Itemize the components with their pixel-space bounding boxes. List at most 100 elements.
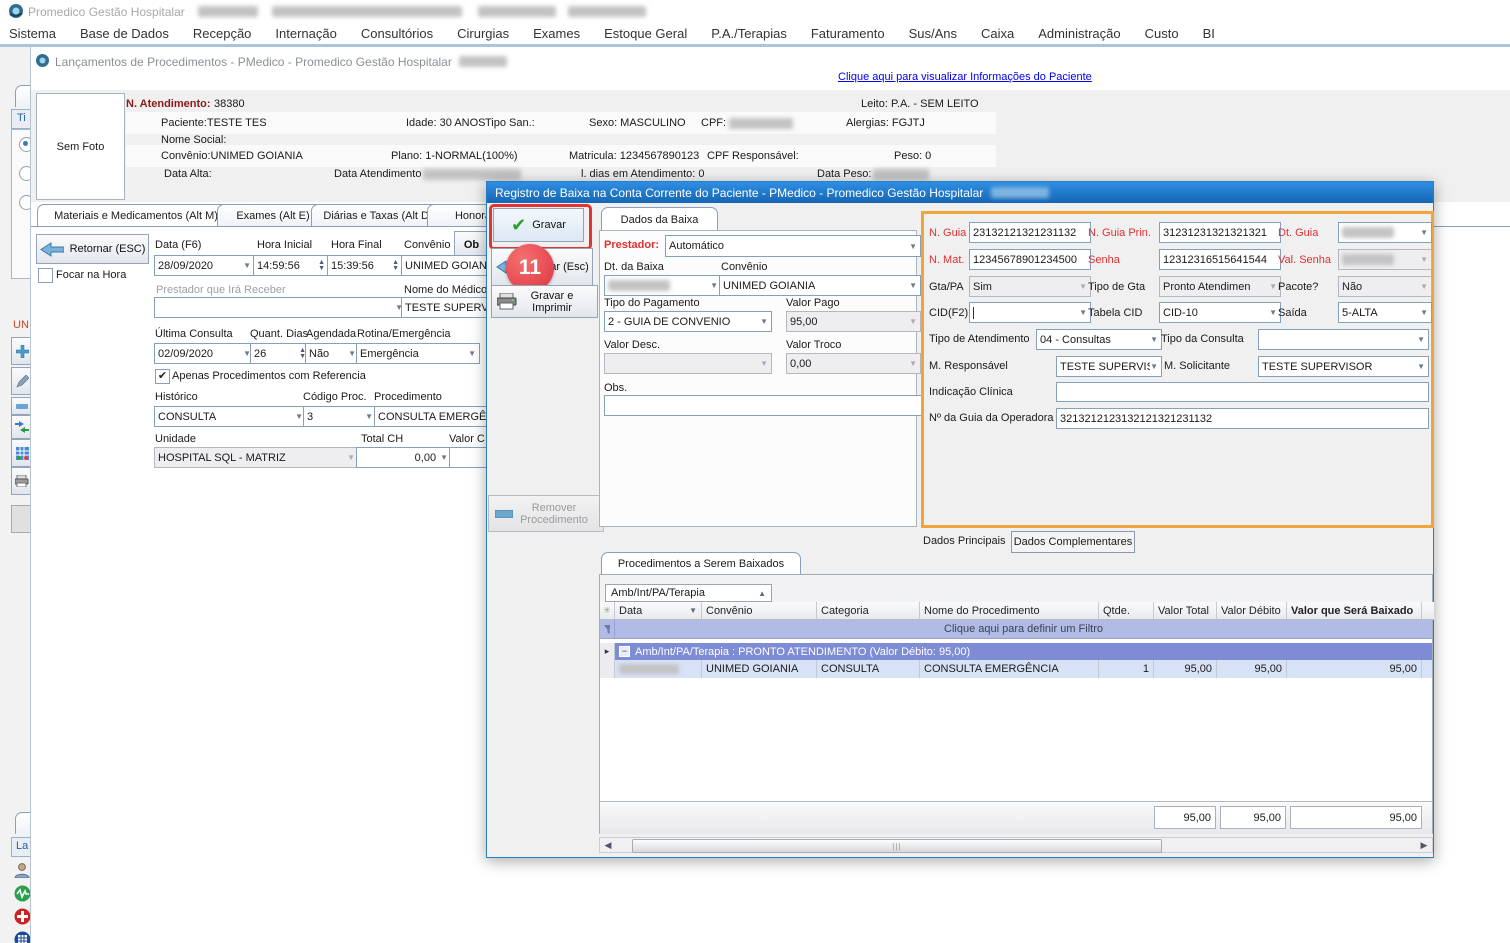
grid-header-procedimento[interactable]: Nome do Procedimento bbox=[920, 602, 1099, 620]
grid-data-row[interactable]: UNIMED GOIANIA CONSULTA CONSULTA EMERGÊN… bbox=[600, 660, 1432, 678]
dt-baixa-combo[interactable]: ▼ bbox=[604, 275, 722, 296]
senha-input[interactable]: 12312316515641544 bbox=[1159, 249, 1281, 270]
grid-header-convenio[interactable]: Convênio bbox=[702, 602, 817, 620]
quant-dias-spinner[interactable]: 26▲▼ bbox=[250, 343, 310, 364]
data-f6-combo[interactable]: 28/09/2020▼ bbox=[154, 255, 255, 276]
menu-recepcao[interactable]: Recepção bbox=[193, 23, 252, 44]
data-atendimento: Data Atendimento bbox=[334, 168, 421, 180]
nome-medico-input[interactable]: TESTE SUPERVIS bbox=[401, 297, 495, 318]
scroll-right-arrow[interactable]: ▶ bbox=[1416, 838, 1432, 852]
grid-header-categoria[interactable]: Categoria bbox=[817, 602, 920, 620]
grid-header-data[interactable]: Data▼ bbox=[615, 602, 702, 620]
tab-diarias[interactable]: Diárias e Taxas (Alt D) bbox=[311, 204, 445, 227]
guia-operadora-input[interactable]: 3213212123132121321231132 bbox=[1056, 408, 1429, 429]
convenio-input[interactable]: UNIMED GOIANI bbox=[401, 255, 495, 276]
n-guia-input[interactable]: 23132121321231132 bbox=[969, 222, 1091, 243]
pacote-combo[interactable]: Não▼ bbox=[1338, 276, 1432, 297]
procedimento-label: Procedimento bbox=[374, 391, 442, 403]
grid-header-valor-debito[interactable]: Valor Débito bbox=[1217, 602, 1287, 620]
grid-group-row[interactable]: ▸ − Amb/Int/PA/Terapia : PRONTO ATENDIME… bbox=[600, 643, 1432, 660]
dt-guia-combo[interactable]: ▼ bbox=[1338, 222, 1432, 243]
agendada-combo[interactable]: Não▼ bbox=[305, 343, 360, 364]
tipo-pagamento-combo[interactable]: 2 - GUIA DE CONVENIO▼ bbox=[604, 311, 772, 332]
tab-dados-da-baixa[interactable]: Dados da Baixa bbox=[601, 207, 718, 231]
tipo-atendimento-label: Tipo de Atendimento bbox=[929, 333, 1030, 345]
valor-troco-combo[interactable]: 0,00▼ bbox=[786, 353, 921, 374]
obs-input[interactable] bbox=[604, 395, 922, 416]
menu-sistema[interactable]: Sistema bbox=[9, 23, 56, 44]
sort-asc-icon: ▲ bbox=[758, 589, 766, 598]
focar-na-hora-checkbox[interactable] bbox=[38, 268, 53, 283]
tipo-consulta-combo[interactable]: ▼ bbox=[1258, 329, 1429, 350]
grid-header-valor-total[interactable]: Valor Total bbox=[1154, 602, 1217, 620]
valor-desc-combo[interactable]: ▼ bbox=[604, 353, 772, 374]
app-title: Promedico Gestão Hospitalar bbox=[28, 5, 185, 19]
gravar-imprimir-button[interactable]: Gravar e Imprimir bbox=[491, 285, 598, 318]
m-solicitante-combo[interactable]: TESTE SUPERVISOR▼ bbox=[1258, 356, 1429, 377]
prestador-receber-combo[interactable]: ▼ bbox=[154, 297, 407, 318]
tab-procedimentos-baixados[interactable]: Procedimentos a Serem Baixados bbox=[601, 552, 801, 575]
hora-final-spinner[interactable]: 15:39:56▲▼ bbox=[327, 255, 403, 276]
tabela-cid-combo[interactable]: CID-10▼ bbox=[1159, 302, 1281, 323]
dialog-titlebar[interactable]: Registro de Baixa na Conta Corrente do P… bbox=[487, 182, 1433, 203]
unidade-combo[interactable]: HOSPITAL SQL - MATRIZ▼ bbox=[154, 447, 359, 468]
indicacao-clinica-input[interactable] bbox=[1056, 382, 1429, 402]
valor-pago-combo[interactable]: 95,00▼ bbox=[786, 311, 921, 332]
menu-exames[interactable]: Exames bbox=[533, 23, 580, 44]
remover-procedimento-button[interactable]: Remover Procedimento bbox=[488, 495, 604, 532]
rotina-emergencia-combo[interactable]: Emergência▼ bbox=[356, 343, 480, 364]
scroll-thumb[interactable]: ||| bbox=[632, 839, 1162, 853]
procedimento-input[interactable]: CONSULTA EMERGÊN bbox=[374, 406, 495, 427]
grid-header-valor-baixado[interactable]: Valor que Será Baixado bbox=[1287, 602, 1422, 620]
menu-pa-terapias[interactable]: P.A./Terapias bbox=[711, 23, 787, 44]
retornar-esc-button[interactable]: Retornar (ESC) bbox=[36, 234, 149, 264]
total-ch-combo[interactable]: 0,00▼ bbox=[356, 447, 452, 468]
tab-dados-principais[interactable]: Dados Principais bbox=[923, 535, 1006, 547]
tipo-atendimento-combo[interactable]: 04 - Consultas▼ bbox=[1036, 329, 1162, 350]
hora-inicial-spinner[interactable]: 14:59:56▲▼ bbox=[253, 255, 329, 276]
menu-consultorios[interactable]: Consultórios bbox=[361, 23, 433, 44]
menubar: Sistema Base de Dados Recepção Internaçã… bbox=[0, 22, 1510, 44]
menu-caixa[interactable]: Caixa bbox=[981, 23, 1014, 44]
scroll-left-arrow[interactable]: ◀ bbox=[600, 838, 616, 852]
obs-button[interactable]: Ob bbox=[454, 231, 489, 258]
cell-qtde: 1 bbox=[1099, 660, 1154, 678]
historico-combo[interactable]: CONSULTA▼ bbox=[154, 406, 307, 427]
gravar-button[interactable]: ✔ Gravar bbox=[493, 208, 584, 242]
n-mat-input[interactable]: 12345678901234500 bbox=[969, 249, 1091, 270]
tab-materiais[interactable]: Materiais e Medicamentos (Alt M) bbox=[37, 204, 235, 227]
prestador-combo[interactable]: Automático▼ bbox=[665, 235, 921, 257]
grid-filter-row[interactable]: Clique aqui para definir um Filtro bbox=[600, 620, 1432, 639]
saida-combo[interactable]: 5-ALTA▼ bbox=[1338, 302, 1432, 323]
grid-header-qtde[interactable]: Qtde. bbox=[1099, 602, 1154, 620]
menu-administracao[interactable]: Administração bbox=[1038, 23, 1120, 44]
apenas-referencia-checkbox[interactable]: ✔ bbox=[155, 369, 170, 384]
grid-hscrollbar[interactable]: ◀ ||| ▶ bbox=[599, 837, 1433, 853]
patient-info-link[interactable]: Clique aqui para visualizar Informações … bbox=[838, 71, 1092, 83]
gta-pa-combo[interactable]: Sim▼ bbox=[969, 276, 1091, 297]
menu-sus-ans[interactable]: Sus/Ans bbox=[909, 23, 957, 44]
menu-base-de-dados[interactable]: Base de Dados bbox=[80, 23, 169, 44]
menu-bi[interactable]: BI bbox=[1203, 23, 1215, 44]
cid-combo[interactable]: ▼ bbox=[969, 302, 1091, 323]
tipo-gta-combo[interactable]: Pronto Atendimen▼ bbox=[1159, 276, 1281, 297]
val-senha-combo[interactable]: ▼ bbox=[1338, 249, 1432, 270]
collapse-icon[interactable]: − bbox=[619, 646, 630, 657]
ultima-consulta-combo[interactable]: 02/09/2020▼ bbox=[154, 343, 255, 364]
calculator-icon[interactable] bbox=[14, 931, 31, 943]
tab-dados-complementares[interactable]: Dados Complementares bbox=[1011, 531, 1135, 553]
menu-cirurgias[interactable]: Cirurgias bbox=[457, 23, 509, 44]
m-responsavel-combo[interactable]: TESTE SUPERVIS▼ bbox=[1056, 356, 1162, 377]
emergency-icon[interactable] bbox=[14, 908, 31, 925]
menu-estoque-geral[interactable]: Estoque Geral bbox=[604, 23, 687, 44]
codigo-proc-combo[interactable]: 3▼ bbox=[303, 406, 377, 427]
menu-faturamento[interactable]: Faturamento bbox=[811, 23, 885, 44]
atendimento-label: N. Atendimento: bbox=[126, 98, 211, 110]
menu-custo[interactable]: Custo bbox=[1145, 23, 1179, 44]
person-icon[interactable] bbox=[14, 862, 30, 878]
menu-internacao[interactable]: Internação bbox=[275, 23, 336, 44]
grid-groupby-box[interactable]: Amb/Int/PA/Terapia ▲ bbox=[605, 584, 772, 602]
vitals-icon[interactable] bbox=[14, 885, 31, 902]
dialog-convenio-combo[interactable]: UNIMED GOIANIA▼ bbox=[719, 275, 921, 296]
n-guia-prin-input[interactable]: 31231231321321321 bbox=[1159, 222, 1281, 243]
